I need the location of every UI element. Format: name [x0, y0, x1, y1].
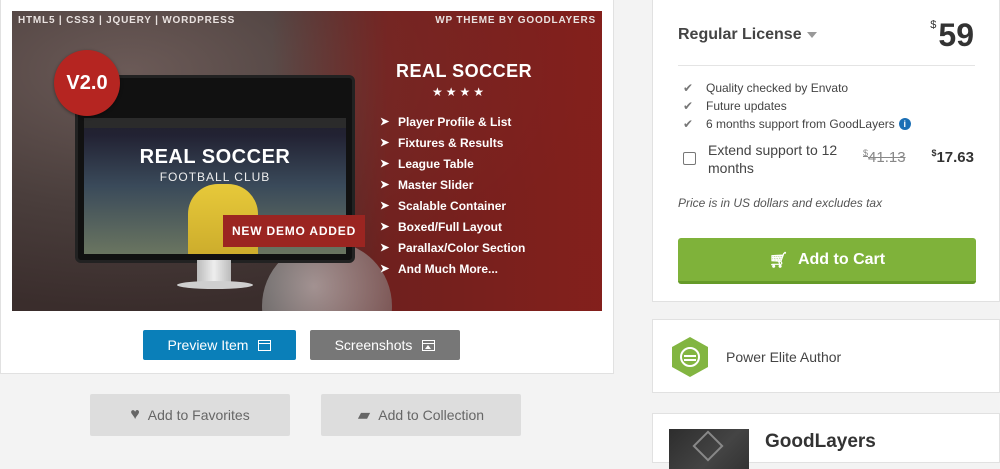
pin-icon: ➤	[380, 179, 390, 191]
star-rating: ★★★★	[432, 85, 488, 99]
license-card: Regular License $59 ✔ Quality checked by …	[652, 0, 1000, 302]
feature-item: ➤ Player Profile & List	[380, 114, 512, 129]
price-value: 59	[938, 17, 974, 53]
license-price: $59	[930, 17, 974, 54]
chevron-down-icon	[806, 31, 817, 38]
check-icon: ✔	[683, 81, 694, 95]
screen-header	[84, 84, 346, 118]
extend-support-checkbox[interactable]	[683, 152, 696, 165]
author-name[interactable]: GoodLayers	[765, 431, 876, 453]
screen-subtitle: FOOTBALL CLUB	[159, 170, 271, 184]
benefit-item: ✔ 6 months support from GoodLayers i	[683, 115, 911, 133]
feature-item: ➤ Boxed/Full Layout	[380, 219, 503, 234]
add-to-favorites-label: Add to Favorites	[147, 407, 250, 423]
add-to-cart-label: Add to Cart	[797, 250, 886, 268]
license-title: Regular License	[678, 26, 802, 43]
info-icon[interactable]: i	[898, 118, 911, 130]
feature-panel: REAL SOCCER ★★★★ ➤ Player Profile & List …	[380, 61, 590, 279]
check-icon: ✔	[683, 99, 694, 113]
pin-icon: ➤	[380, 221, 390, 233]
license-selector[interactable]: Regular License	[678, 26, 817, 44]
theme-author-label: WP THEME BY GOODLAYERS	[435, 15, 596, 26]
new-demo-ribbon: NEW DEMO ADDED	[223, 215, 365, 247]
feature-item: ➤ And Much More...	[380, 261, 498, 276]
benefit-item: ✔ Quality checked by Envato	[683, 81, 849, 95]
add-to-collection-button[interactable]: ▰ Add to Collection	[321, 394, 521, 436]
cart-icon: 🛒︎	[768, 251, 788, 269]
add-to-collection-label: Add to Collection	[378, 407, 485, 423]
screen-title: REAL SOCCER	[139, 146, 291, 168]
item-preview-card: HTML5 | CSS3 | JQUERY | WORDPRESS WP THE…	[0, 0, 614, 374]
new-support-price: $17.63	[931, 148, 974, 166]
screenshots-label: Screenshots	[334, 337, 413, 353]
elite-author-card: Power Elite Author	[652, 319, 1000, 393]
feature-item: ➤ Fixtures & Results	[380, 135, 504, 150]
pin-icon: ➤	[380, 116, 390, 128]
currency-symbol: $	[930, 19, 937, 31]
elite-author-label: Power Elite Author	[726, 349, 842, 365]
feature-item: ➤ League Table	[380, 156, 474, 171]
theme-title: REAL SOCCER	[396, 61, 533, 81]
screen-menu-bar	[84, 118, 346, 128]
elite-author-badge-icon	[672, 337, 708, 377]
feature-list: ➤ Player Profile & List ➤ Fixtures & Resul…	[380, 111, 590, 279]
add-to-cart-button[interactable]: 🛒︎ Add to Cart	[678, 238, 976, 284]
preview-item-label: Preview Item	[167, 337, 249, 353]
benefit-item: ✔ Future updates	[683, 99, 787, 113]
version-badge: V2.0	[54, 50, 120, 116]
old-support-price: $41.13	[863, 148, 906, 166]
extend-support-label[interactable]: Extend support to 12 months	[708, 141, 848, 177]
screenshots-button[interactable]: Screenshots	[310, 330, 460, 360]
divider	[678, 65, 975, 66]
check-icon: ✔	[683, 117, 694, 131]
monitor-base	[177, 281, 253, 289]
tax-note: Price is in US dollars and excludes tax	[678, 196, 883, 210]
folder-icon: ▰	[357, 407, 371, 424]
preview-item-button[interactable]: Preview Item	[143, 330, 296, 360]
pin-icon: ➤	[380, 263, 390, 275]
feature-item: ➤ Master Slider	[380, 177, 474, 192]
theme-banner-image[interactable]: HTML5 | CSS3 | JQUERY | WORDPRESS WP THE…	[12, 11, 602, 311]
heart-icon: ♥	[130, 406, 140, 423]
feature-item: ➤ Scalable Container	[380, 198, 507, 213]
pin-icon: ➤	[380, 158, 390, 170]
pin-icon: ➤	[380, 137, 390, 149]
pin-icon: ➤	[380, 242, 390, 254]
pin-icon: ➤	[380, 200, 390, 212]
feature-item: ➤ Parallax/Color Section	[380, 240, 526, 255]
tech-stack-label: HTML5 | CSS3 | JQUERY | WORDPRESS	[18, 15, 236, 26]
add-to-favorites-button[interactable]: ♥ Add to Favorites	[90, 394, 290, 436]
license-benefits: ✔ Quality checked by Envato ✔ Future updat…	[683, 79, 911, 133]
author-avatar[interactable]	[669, 429, 749, 469]
image-icon	[422, 339, 436, 351]
layout-icon	[258, 339, 272, 351]
